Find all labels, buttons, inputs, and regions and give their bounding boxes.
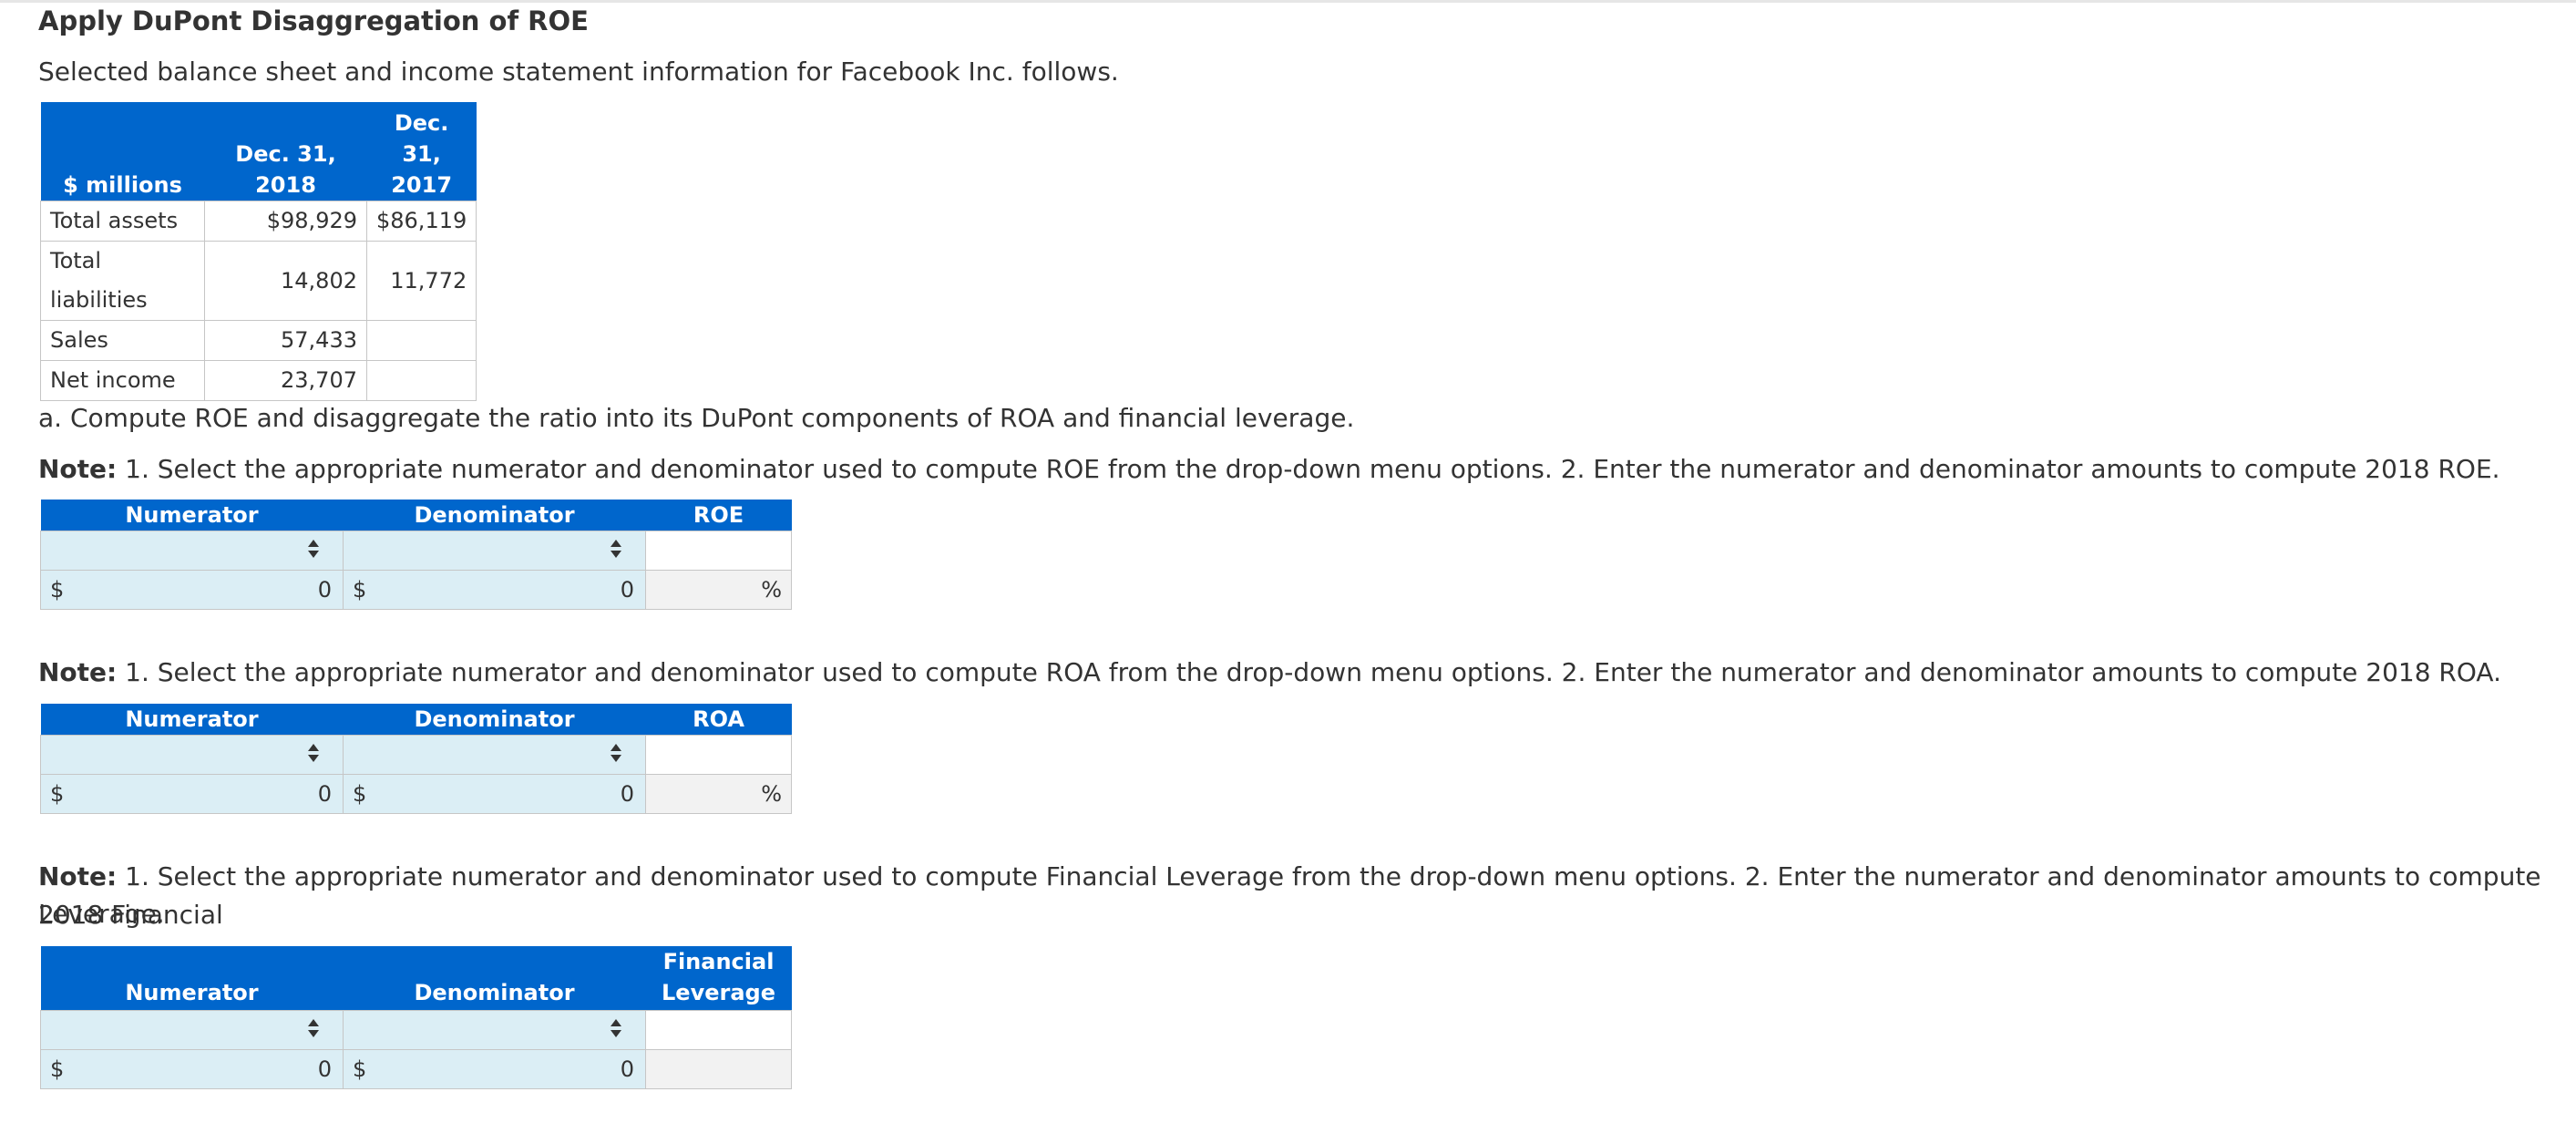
fl-note-continued: Leverage.	[38, 899, 165, 929]
sort-arrows-icon	[611, 1019, 621, 1041]
roe-numerator-amount-input[interactable]: $0	[40, 570, 344, 610]
header-2017-line2: 31,	[402, 141, 441, 167]
question-a-text: a. Compute ROE and disaggregate the rati…	[38, 403, 1355, 433]
currency-symbol: $	[353, 781, 367, 807]
sort-arrows-icon	[611, 540, 621, 562]
value-2017	[365, 320, 477, 361]
roa-numerator-amount-input[interactable]: $0	[40, 774, 344, 814]
balance-sheet-table: $ millions Dec. 31, 2018 Dec. 31, 2017 T…	[40, 102, 477, 401]
header-2017-line3: 2017	[391, 172, 453, 198]
percent-unit: %	[761, 577, 782, 603]
input-value: 0	[620, 781, 634, 807]
currency-symbol: $	[353, 577, 367, 603]
roe-result-blank	[645, 531, 792, 571]
roe-note: Note: 1. Select the appropriate numerato…	[38, 450, 2500, 489]
roa-denominator-select[interactable]	[343, 735, 646, 775]
page: Apply DuPont Disaggregation of ROE Selec…	[0, 0, 2576, 1123]
value-2018: $98,929	[204, 201, 367, 242]
roa-denominator-amount-input[interactable]: $0	[343, 774, 646, 814]
value-2017: 11,772	[365, 241, 477, 321]
fl-numerator-header: Numerator	[40, 946, 344, 1011]
roe-denominator-amount-input[interactable]: $0	[343, 570, 646, 610]
roe-table: Numerator Denominator ROE $0 $0 %	[40, 500, 792, 610]
row-label: Total liabilities	[40, 241, 205, 321]
value-2018: 14,802	[204, 241, 367, 321]
sort-arrows-icon	[611, 744, 621, 766]
row-label: Total assets	[40, 201, 205, 242]
table-row: Total assets $98,929 $86,119	[40, 201, 477, 242]
roa-header: ROA	[645, 704, 792, 736]
fl-denominator-select[interactable]	[343, 1010, 646, 1050]
header-millions: $ millions	[40, 102, 205, 201]
value-2018: 23,707	[204, 360, 367, 401]
input-value: 0	[317, 781, 332, 807]
fl-header-line1: Financial	[662, 949, 775, 974]
note-label: Note:	[38, 454, 118, 484]
fl-result-field	[645, 1049, 792, 1089]
roa-note: Note: 1. Select the appropriate numerato…	[38, 654, 2501, 692]
roe-numerator-select[interactable]	[40, 531, 344, 571]
note-label: Note:	[38, 861, 118, 891]
sort-arrows-icon	[308, 540, 319, 562]
roa-numerator-select[interactable]	[40, 735, 344, 775]
fl-numerator-select[interactable]	[40, 1010, 344, 1050]
note-label: Note:	[38, 657, 118, 687]
table-row: Net income 23,707	[40, 360, 477, 401]
header-2017-line1: Dec.	[394, 110, 449, 136]
fl-table: Numerator Denominator Financial Leverage …	[40, 946, 792, 1089]
fl-note-text: 1. Select the appropriate numerator and …	[38, 861, 2541, 930]
value-2017	[365, 360, 477, 401]
header-2018: Dec. 31, 2018	[204, 102, 367, 201]
roa-numerator-header: Numerator	[40, 704, 344, 736]
roa-result-field: %	[645, 774, 792, 814]
roe-denominator-select[interactable]	[343, 531, 646, 571]
fl-header: Financial Leverage	[645, 946, 792, 1011]
roa-note-text: 1. Select the appropriate numerator and …	[117, 657, 2501, 687]
sort-arrows-icon	[308, 1019, 319, 1041]
header-2017: Dec. 31, 2017	[366, 102, 477, 201]
input-value: 0	[620, 1056, 634, 1082]
input-value: 0	[317, 577, 332, 603]
roe-result-field: %	[645, 570, 792, 610]
roe-note-text: 1. Select the appropriate numerator and …	[117, 454, 2500, 484]
roa-denominator-header: Denominator	[343, 704, 646, 736]
row-label: Net income	[40, 360, 205, 401]
input-value: 0	[620, 577, 634, 603]
fl-numerator-amount-input[interactable]: $0	[40, 1049, 344, 1089]
value-2017: $86,119	[365, 201, 477, 242]
fl-header-line2: Leverage	[662, 980, 775, 1005]
fl-denominator-header: Denominator	[343, 946, 646, 1011]
roe-denominator-header: Denominator	[343, 500, 646, 531]
fl-denominator-amount-input[interactable]: $0	[343, 1049, 646, 1089]
roe-numerator-header: Numerator	[40, 500, 344, 531]
table-row: Total liabilities 14,802 11,772	[40, 241, 477, 321]
currency-symbol: $	[353, 1056, 367, 1082]
input-value: 0	[317, 1056, 332, 1082]
page-title: Apply DuPont Disaggregation of ROE	[38, 5, 589, 36]
roe-header: ROE	[645, 500, 792, 531]
currency-symbol: $	[50, 577, 65, 603]
currency-symbol: $	[50, 781, 65, 807]
currency-symbol: $	[50, 1056, 65, 1082]
table-row: Sales 57,433	[40, 320, 477, 361]
roa-result-blank	[645, 735, 792, 775]
fl-result-blank	[645, 1010, 792, 1050]
sort-arrows-icon	[308, 744, 319, 766]
intro-text: Selected balance sheet and income statem…	[38, 57, 1119, 87]
percent-unit: %	[761, 781, 782, 807]
fl-note: Note: 1. Select the appropriate numerato…	[38, 858, 2576, 934]
roa-table: Numerator Denominator ROA $0 $0 %	[40, 704, 792, 814]
row-label: Sales	[40, 320, 205, 361]
value-2018: 57,433	[204, 320, 367, 361]
